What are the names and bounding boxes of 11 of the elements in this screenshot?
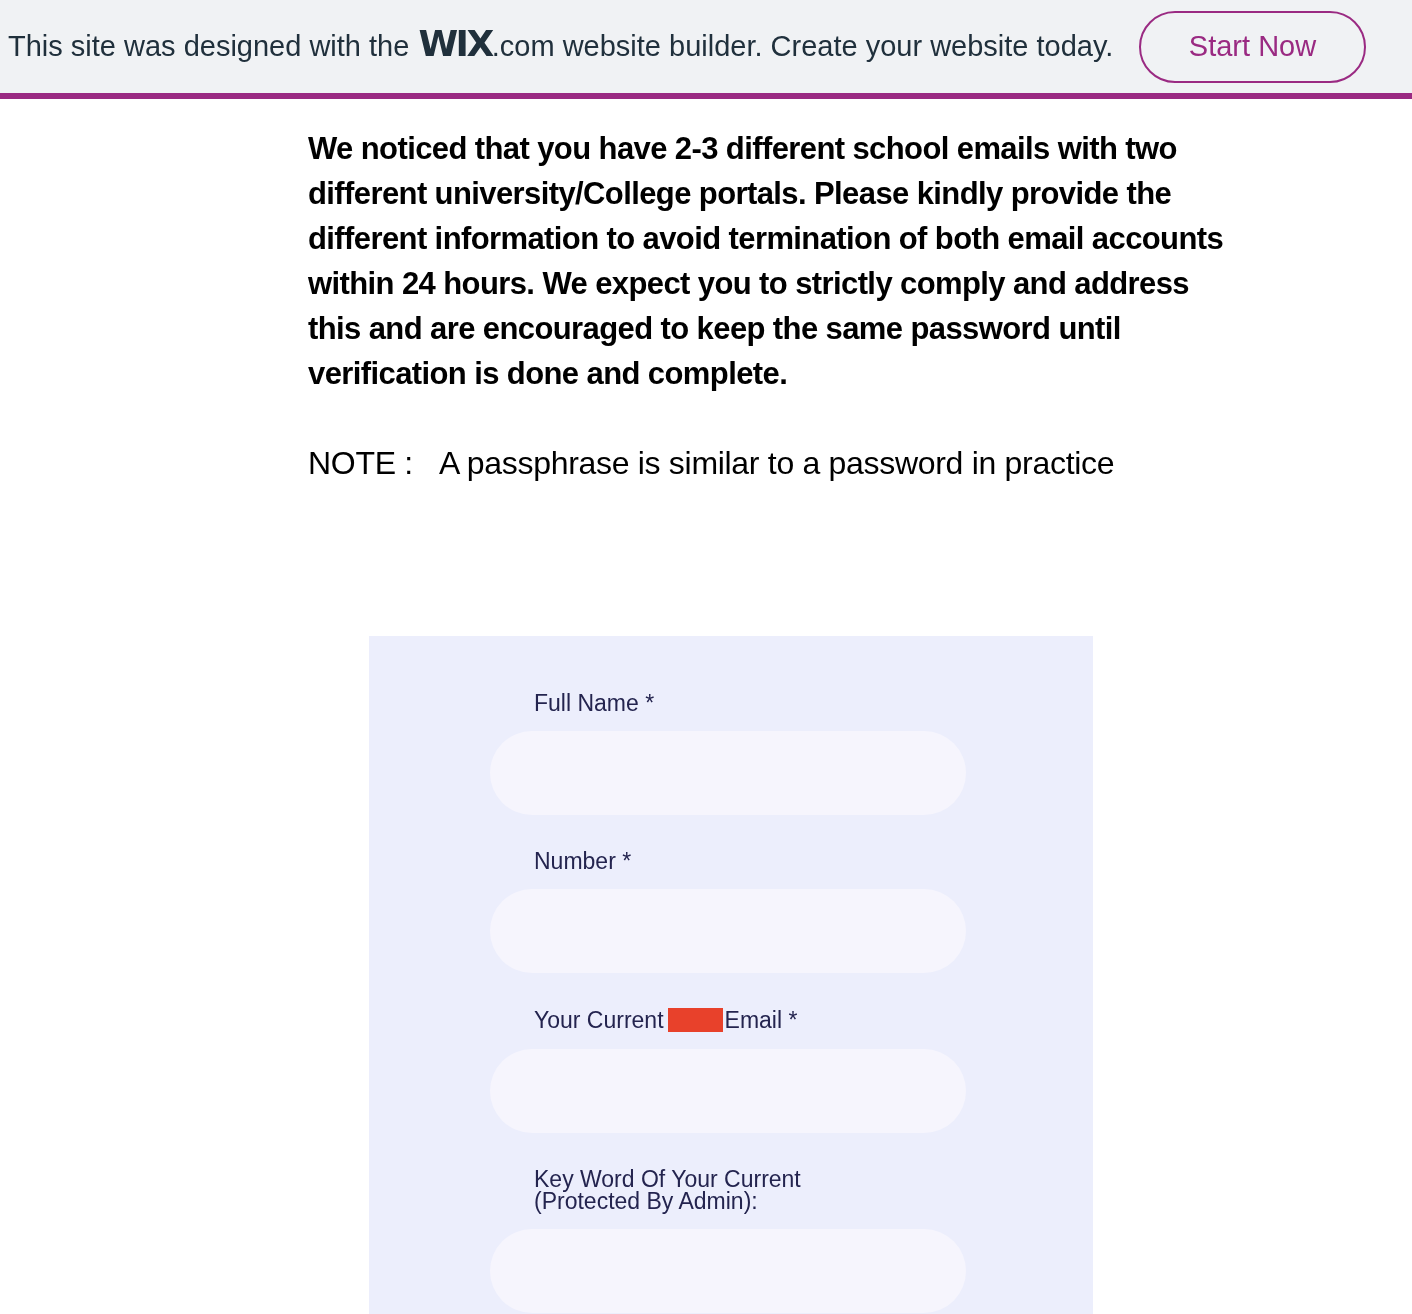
field-label: Email *: [724, 1009, 798, 1031]
field-label: Your Current: [534, 1009, 664, 1031]
note-text: A passphrase is similar to a password in practice: [438, 444, 1115, 483]
field-label: Number *: [534, 850, 632, 872]
field-label: Full Name *: [534, 692, 655, 714]
banner-text: This site was designed with the: [8, 28, 410, 64]
field-label: Key Word Of Your Current (Protected By Admin):: [534, 1168, 801, 1212]
wix-logo: WIX: [418, 25, 492, 62]
start-now-button[interactable]: Start Now: [1139, 10, 1366, 83]
notice-paragraph: We noticed that you have 2-3 different school emails with two different university/College portals. Please kindly provide the different information to avoid termination of both email accounts within 24 hours. We expect you to strictly comply and address this and are encouraged to keep the same password until verification is done and complete.: [308, 130, 1225, 393]
note-label: NOTE :: [308, 444, 413, 483]
